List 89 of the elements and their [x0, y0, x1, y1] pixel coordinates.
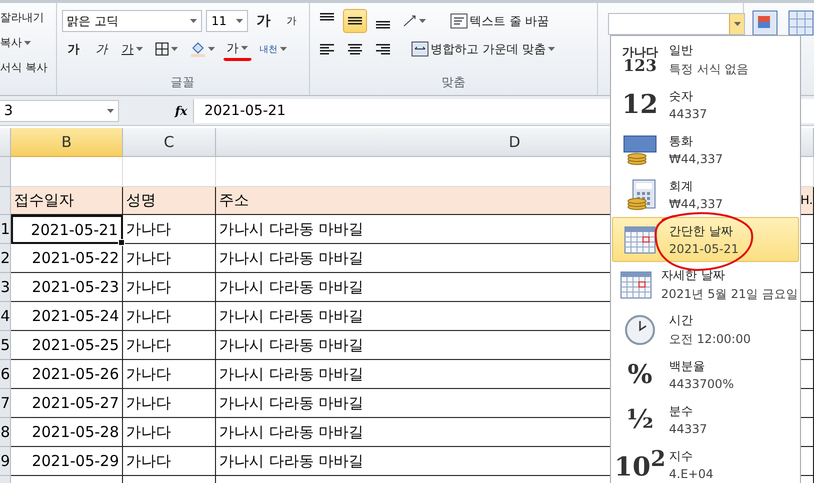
- clipboard-button[interactable]: 복사: [0, 30, 34, 54]
- grid-icon: [154, 42, 168, 56]
- conditional-format-icon: [752, 10, 778, 36]
- table-cell: 가나다: [123, 360, 216, 389]
- table-cell: 2021-05-29: [11, 447, 123, 476]
- caret-icon: [190, 19, 198, 23]
- align-icon: [348, 44, 362, 54]
- merge-center-button[interactable]: 병합하고 가운데 맞춤: [406, 37, 560, 61]
- header-text: H.: [800, 193, 813, 207]
- row-header[interactable]: 4: [0, 302, 11, 331]
- calendar-icon: [624, 226, 656, 254]
- clipboard-button[interactable]: 잘라내기: [0, 6, 47, 30]
- italic-button[interactable]: 가: [90, 37, 114, 61]
- caret-icon: [548, 47, 556, 51]
- caret-icon: [734, 22, 740, 26]
- row-header[interactable]: 2: [0, 244, 11, 273]
- paint-bucket-icon: [190, 41, 206, 57]
- caret-icon: [280, 47, 286, 51]
- format-symbol-icon: 가나다 123: [622, 46, 658, 74]
- row-header[interactable]: 7: [0, 389, 11, 418]
- row-header[interactable]: 5: [0, 331, 11, 360]
- clipboard-button[interactable]: 서식 복사: [0, 56, 50, 80]
- font-color-button[interactable]: 가: [222, 37, 252, 61]
- align-icon: [320, 13, 334, 21]
- caret-icon: [418, 19, 426, 23]
- group-label: 글꼴: [170, 74, 196, 91]
- diagonal-arrow-icon: [402, 15, 416, 27]
- caret-icon: [208, 47, 214, 51]
- table-cell: 가나다: [123, 302, 216, 331]
- table-cell: 2021-05-22: [11, 244, 123, 273]
- font-size-field[interactable]: 11: [206, 10, 248, 32]
- calendar-icon: [620, 270, 652, 298]
- header-cell: 접수일자: [11, 187, 123, 215]
- table-cell: 2021-05-23: [11, 273, 123, 302]
- caret-icon: [107, 108, 114, 112]
- row-header[interactable]: 9: [0, 447, 11, 476]
- table-cell: 2021-05-27: [11, 389, 123, 418]
- format-symbol-icon: %: [628, 362, 652, 388]
- table-cell: 가나다: [123, 447, 216, 476]
- format-menu-item[interactable]: 간단한 날짜 2021-05-21: [612, 217, 799, 262]
- row-header[interactable]: 6: [0, 360, 11, 389]
- row-header[interactable]: 8: [0, 418, 11, 447]
- caret-icon: [24, 40, 31, 44]
- table-cell: 2021-05-28: [11, 418, 123, 447]
- table-cell: 가나다: [123, 215, 216, 244]
- table-cell: 2021-05-24: [11, 302, 123, 331]
- merge-cells-icon: [410, 41, 428, 57]
- vertical-align-button[interactable]: [342, 9, 366, 33]
- caret-icon: [170, 47, 178, 51]
- row-header[interactable]: 3: [0, 273, 11, 302]
- caret-icon: [240, 46, 248, 50]
- table-cell: 가나다: [123, 273, 216, 302]
- column-header[interactable]: C: [123, 128, 216, 157]
- group-label: 맞춤: [440, 74, 466, 91]
- table-cell: 가나다: [123, 389, 216, 418]
- grow-font-button[interactable]: 가: [252, 9, 276, 33]
- header-cell: 성명: [123, 187, 216, 215]
- table-cell: 2021-05-26: [11, 360, 123, 389]
- format-menu-item[interactable]: 회계 ₩44,337: [612, 172, 799, 217]
- dropdown-button[interactable]: [729, 14, 744, 34]
- underline-button[interactable]: 가: [118, 37, 146, 61]
- align-icon: [348, 17, 362, 25]
- name-box[interactable]: 3: [0, 100, 119, 122]
- number-format-field[interactable]: [608, 13, 745, 35]
- shrink-font-button[interactable]: 가: [280, 9, 304, 33]
- insert-function-button[interactable]: fx: [175, 104, 188, 118]
- align-icon: [376, 21, 390, 29]
- table-cell: 가나다: [123, 331, 216, 360]
- clock-icon: [624, 314, 656, 346]
- header-text: 주소: [219, 191, 249, 210]
- wrap-text-icon: [450, 13, 468, 29]
- format-menu-item[interactable]: 가나다 123 일반 특정 서식 없음: [612, 37, 799, 82]
- row-header[interactable]: 1: [0, 215, 11, 244]
- wrap-text-button[interactable]: 텍스트 줄 바꿈: [446, 9, 554, 33]
- table-cell: 2021-05-21: [11, 215, 123, 244]
- table-cell: 가나다: [123, 244, 216, 273]
- fill-handle[interactable]: [118, 239, 125, 246]
- font-name-field[interactable]: 맑은 고딕: [62, 10, 202, 32]
- caret-icon: [236, 19, 242, 23]
- table-format-icon: [788, 10, 814, 36]
- column-header[interactable]: B: [11, 128, 123, 157]
- bold-button[interactable]: 가: [62, 37, 86, 61]
- table-cell: 가나다: [123, 418, 216, 447]
- phonetic-button[interactable]: 내천: [256, 37, 290, 61]
- banknote-coins-icon: [623, 134, 657, 166]
- caret-icon: [136, 47, 142, 51]
- align-icon: [376, 44, 390, 54]
- align-icon: [320, 44, 334, 54]
- table-cell: 2021-05-25: [11, 331, 123, 360]
